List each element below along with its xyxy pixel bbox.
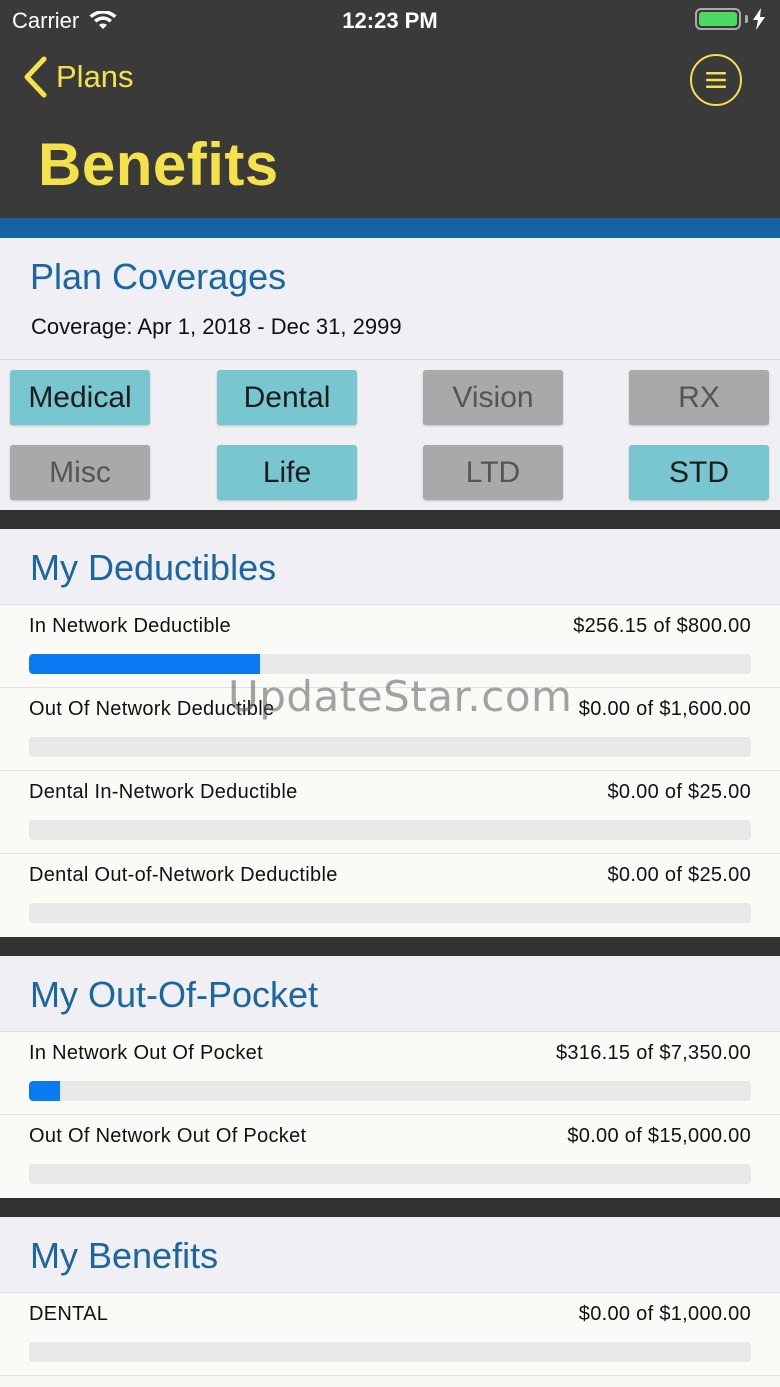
item-value: $0.00 of $1,000.00 [578, 1303, 751, 1325]
list-item: Dental In-Network Deductible $0.00 of $2… [0, 771, 780, 854]
plan-coverages-header: Plan Coverages Coverage: Apr 1, 2018 - D… [0, 238, 780, 360]
plan-coverages-title: Plan Coverages [30, 256, 287, 297]
progress-bar [29, 654, 751, 674]
nav-header: Carrier 12:23 PM Plans Benefits [0, 0, 780, 218]
item-value: $256.15 of $800.00 [573, 615, 751, 637]
list-item: Out Of Network Out Of Pocket $0.00 of $1… [0, 1115, 780, 1198]
tab-misc[interactable]: Misc [10, 445, 150, 500]
out-of-pocket-list: In Network Out Of Pocket $316.15 of $7,3… [0, 1032, 780, 1198]
deductibles-header: My Deductibles [0, 529, 780, 605]
tab-medical[interactable]: Medical [10, 370, 150, 425]
battery-icon [695, 8, 741, 30]
list-item: In Network Deductible $256.15 of $800.00 [0, 605, 780, 688]
tab-life[interactable]: Life [217, 445, 357, 500]
item-value: $0.00 of $15,000.00 [567, 1125, 751, 1147]
deductibles-list: In Network Deductible $256.15 of $800.00… [0, 605, 780, 937]
item-value: $0.00 of $1,600.00 [578, 698, 751, 720]
item-value: $0.00 of $25.00 [607, 781, 751, 803]
coverage-dates: Coverage: Apr 1, 2018 - Dec 31, 2999 [31, 314, 402, 339]
battery-indicator [695, 8, 766, 30]
tab-rx[interactable]: RX [629, 370, 769, 425]
list-item: Dental Out-of-Network Deductible $0.00 o… [0, 854, 780, 937]
list-item: DENTAL $0.00 of $1,000.00 [0, 1293, 780, 1376]
out-of-pocket-title: My Out-Of-Pocket [30, 974, 319, 1015]
progress-bar [29, 903, 751, 923]
item-label: Dental In-Network Deductible [29, 781, 298, 803]
item-label: Out Of Network Deductible [29, 698, 275, 720]
item-label: Dental Out-of-Network Deductible [29, 864, 338, 886]
tab-vision[interactable]: Vision [423, 370, 563, 425]
page-title: Benefits [38, 131, 279, 198]
clock: 12:23 PM [342, 8, 438, 33]
list-item: Out Of Network Deductible $0.00 of $1,60… [0, 688, 780, 771]
progress-bar [29, 820, 751, 840]
header-accent-strip [0, 218, 780, 238]
status-bar: Carrier 12:23 PM [0, 0, 780, 40]
item-value: $316.15 of $7,350.00 [555, 1042, 751, 1064]
progress-bar [29, 737, 751, 757]
progress-bar [29, 1164, 751, 1184]
item-label: DENTAL [29, 1303, 109, 1325]
item-label: Out Of Network Out Of Pocket [29, 1125, 307, 1147]
menu-button[interactable] [690, 54, 742, 106]
charging-bolt-icon [753, 8, 765, 30]
progress-bar [29, 1342, 751, 1362]
section-divider [0, 1198, 780, 1217]
benefits-header: My Benefits [0, 1217, 780, 1293]
chevron-left-icon [24, 56, 47, 98]
item-value: $0.00 of $25.00 [607, 864, 751, 886]
tab-std[interactable]: STD [629, 445, 769, 500]
back-button-label: Plans [56, 59, 134, 94]
benefits-list: DENTAL $0.00 of $1,000.00 [0, 1293, 780, 1376]
coverage-tabs: Medical Dental Vision RX Misc Life LTD S… [0, 360, 780, 510]
out-of-pocket-header: My Out-Of-Pocket [0, 956, 780, 1032]
deductibles-title: My Deductibles [30, 547, 277, 588]
list-item: In Network Out Of Pocket $316.15 of $7,3… [0, 1032, 780, 1115]
section-divider [0, 510, 780, 529]
item-label: In Network Deductible [29, 615, 231, 637]
section-divider [0, 937, 780, 956]
benefits-title: My Benefits [30, 1235, 219, 1276]
back-button[interactable]: Plans [22, 56, 134, 98]
tab-dental[interactable]: Dental [217, 370, 357, 425]
tab-ltd[interactable]: LTD [423, 445, 563, 500]
item-label: In Network Out Of Pocket [29, 1042, 263, 1064]
hamburger-menu-icon [706, 72, 726, 88]
progress-bar [29, 1081, 751, 1101]
